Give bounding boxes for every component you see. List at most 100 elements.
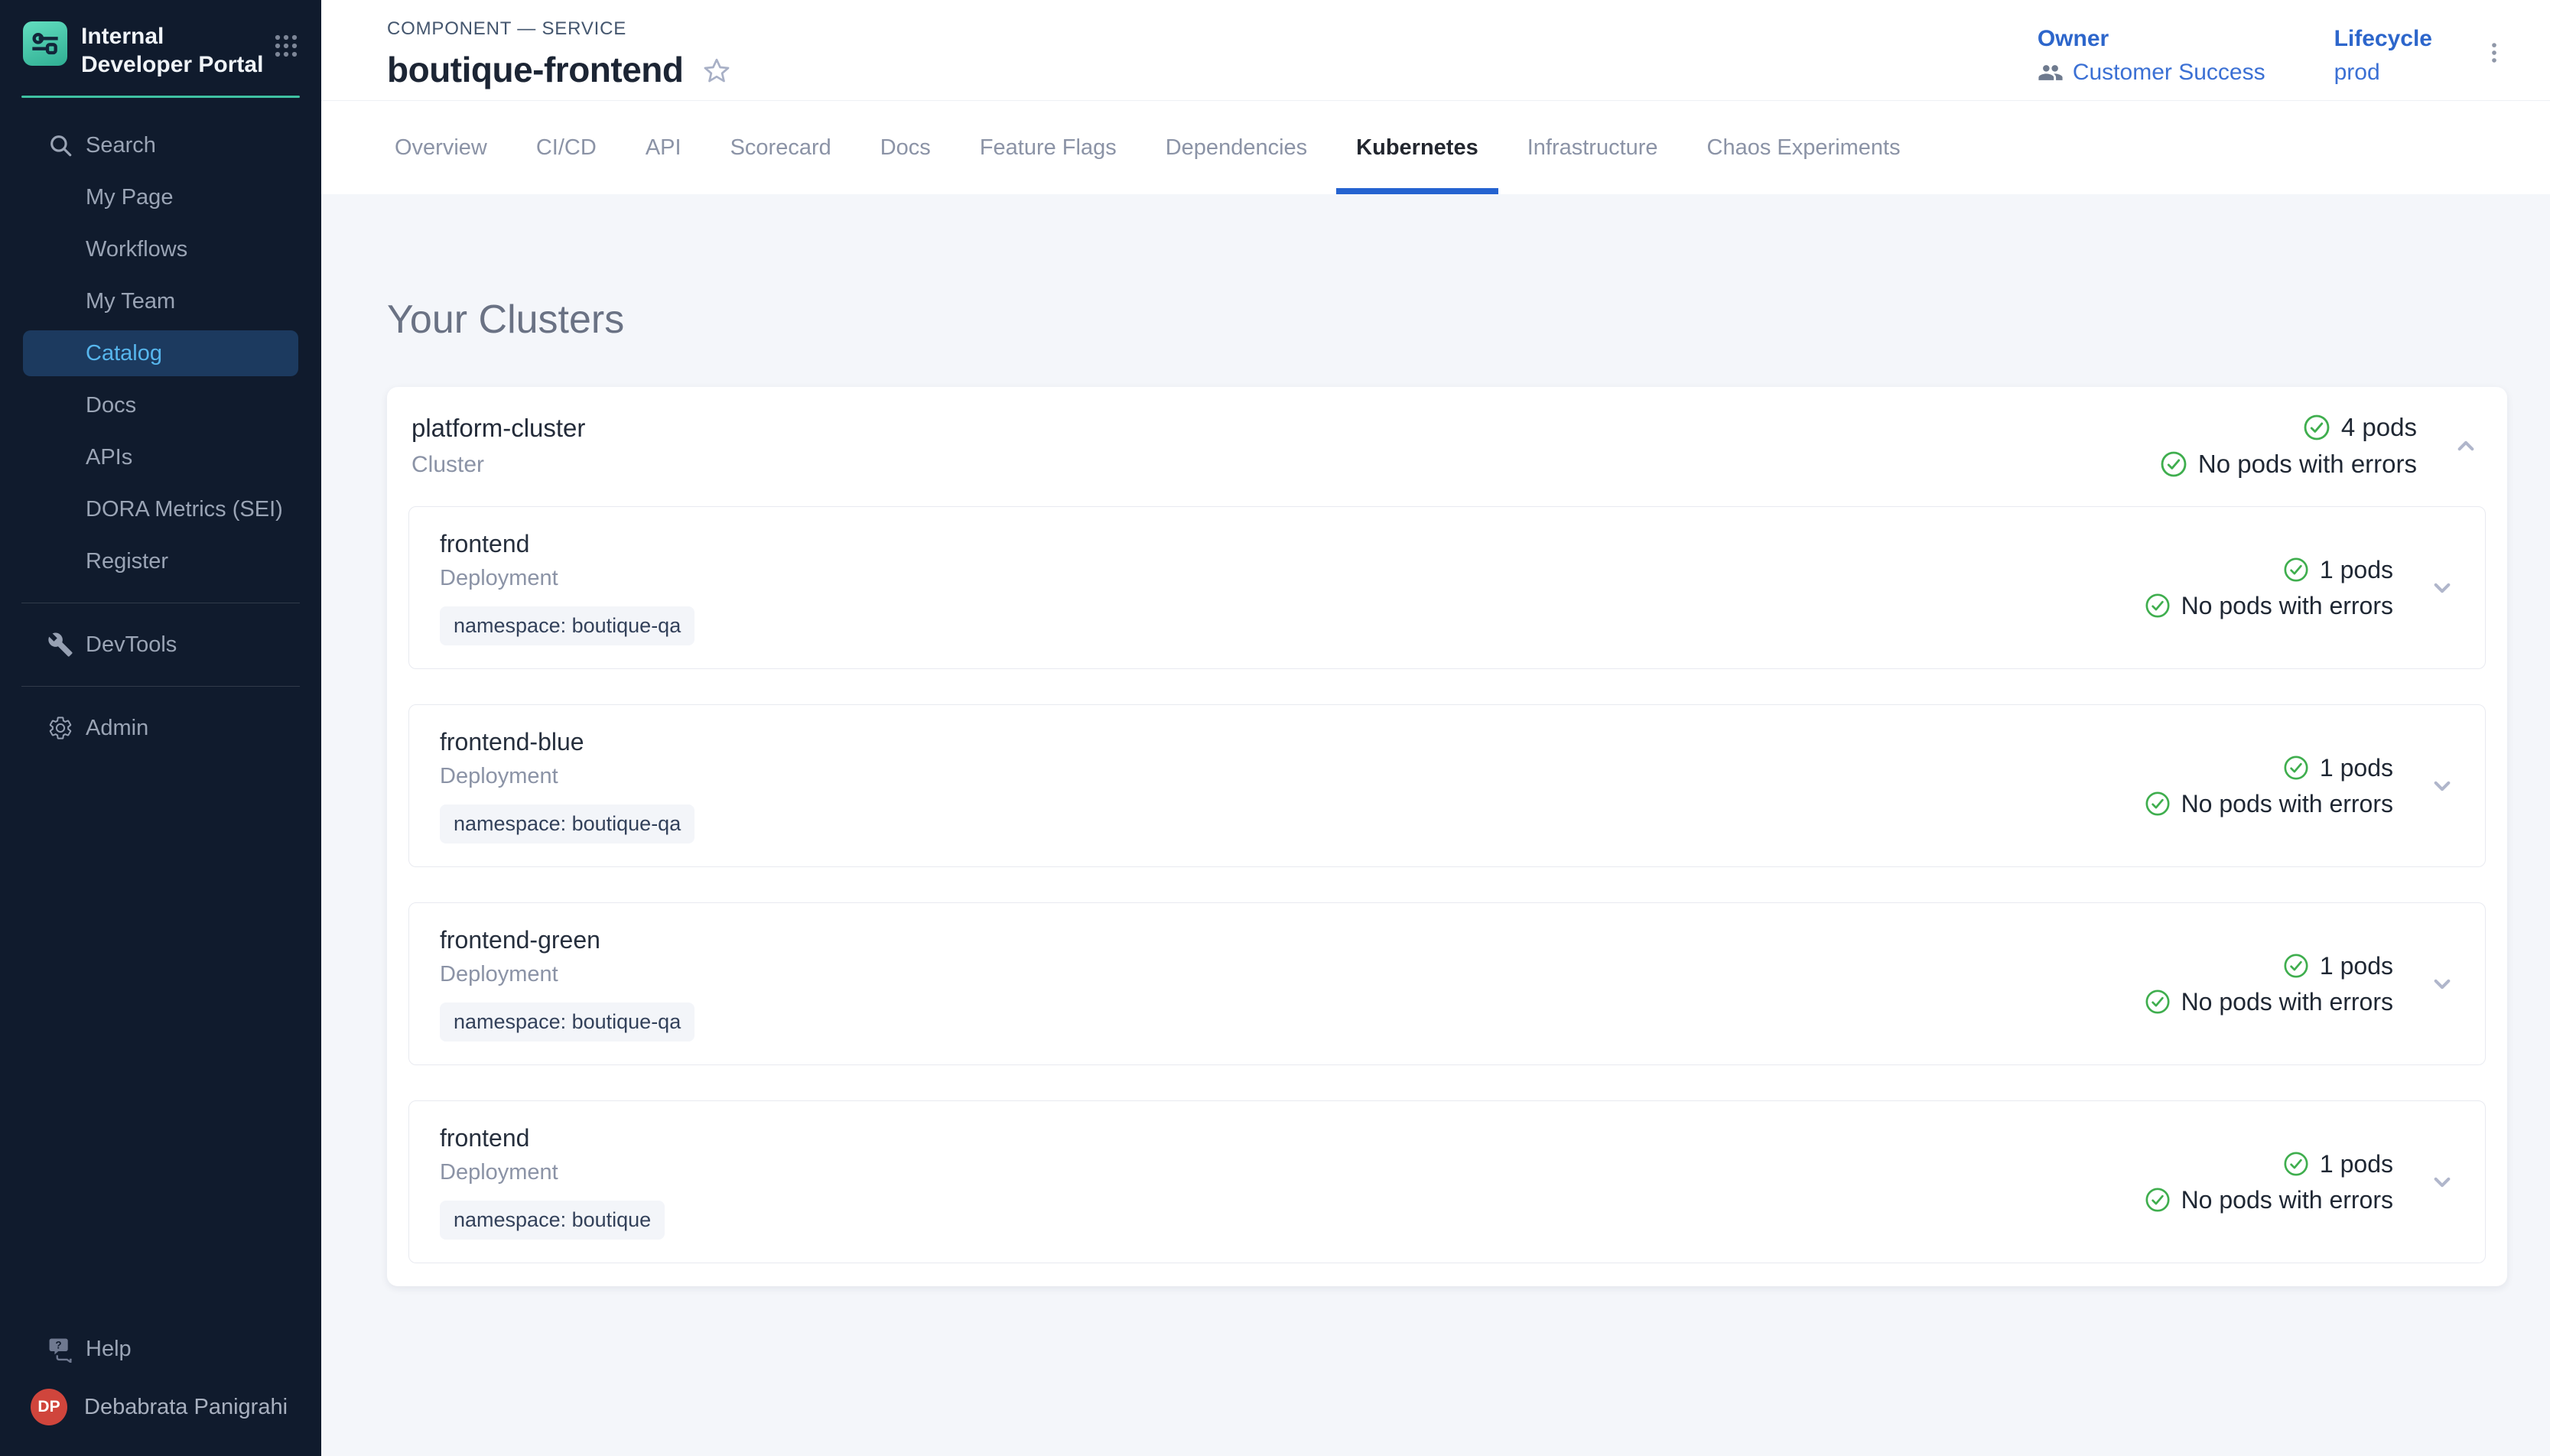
owner-block: Owner Customer Success: [2038, 26, 2265, 86]
deployment-name: frontend: [440, 530, 694, 558]
sidebar-item-help[interactable]: ? Help: [0, 1323, 321, 1375]
breadcrumb: COMPONENT — SERVICE: [387, 18, 731, 40]
tab-feature-flags[interactable]: Feature Flags: [955, 101, 1141, 194]
user-name: Debabrata Panigrahi: [84, 1395, 288, 1420]
app-root: Internal Developer Portal Search: [0, 0, 2550, 1456]
sidebar-item-my-team[interactable]: My Team: [0, 275, 321, 327]
sidebar-item-label: Catalog: [86, 341, 162, 366]
check-circle-icon: [2145, 989, 2171, 1015]
tab-overview[interactable]: Overview: [370, 101, 512, 194]
deployment-pods-errors: No pods with errors: [2145, 790, 2393, 818]
sidebar-item-label: My Team: [86, 289, 175, 314]
tab-dependencies[interactable]: Dependencies: [1141, 101, 1332, 194]
deployment-name: frontend-green: [440, 926, 694, 954]
chevron-down-icon[interactable]: [2427, 573, 2457, 603]
deployment-card[interactable]: frontend-green Deployment namespace: bou…: [408, 902, 2486, 1065]
page-title: boutique-frontend: [387, 49, 684, 90]
deployment-card[interactable]: frontend Deployment namespace: boutique …: [408, 1100, 2486, 1263]
tab-api[interactable]: API: [621, 101, 706, 194]
tab-cicd[interactable]: CI/CD: [512, 101, 621, 194]
namespace-chip: namespace: boutique-qa: [440, 606, 694, 645]
user-menu[interactable]: DP Debabrata Panigrahi: [0, 1375, 321, 1439]
favorite-star-icon[interactable]: [702, 57, 731, 86]
sidebar-divider: [21, 686, 300, 687]
deployment-kind: Deployment: [440, 566, 694, 591]
app-grid-icon[interactable]: [269, 29, 303, 67]
sidebar-accent-divider: [21, 96, 300, 98]
deployment-pods-errors: No pods with errors: [2145, 988, 2393, 1016]
cluster-name: platform-cluster: [411, 414, 585, 443]
kebab-menu-icon[interactable]: [2481, 40, 2507, 70]
cluster-accordion-header[interactable]: platform-cluster Cluster 4 pods No pods …: [387, 387, 2507, 506]
page-header: COMPONENT — SERVICE boutique-frontend Ow…: [321, 0, 2550, 101]
check-circle-icon: [2283, 557, 2309, 583]
help-chat-icon: ?: [47, 1335, 86, 1363]
sidebar-item-search[interactable]: Search: [0, 119, 321, 171]
owner-link[interactable]: Customer Success: [2038, 60, 2265, 86]
namespace-chip: namespace: boutique-qa: [440, 804, 694, 843]
tab-docs[interactable]: Docs: [856, 101, 955, 194]
sidebar-item-label: Workflows: [86, 237, 187, 262]
cluster-card: platform-cluster Cluster 4 pods No pods …: [387, 387, 2507, 1286]
sidebar-item-label: DORA Metrics (SEI): [86, 497, 283, 522]
chevron-down-icon[interactable]: [2427, 1167, 2457, 1198]
deployment-pods-count: 1 pods: [2283, 952, 2393, 980]
sidebar-item-devtools[interactable]: DevTools: [0, 619, 321, 671]
tab-scorecard[interactable]: Scorecard: [706, 101, 856, 194]
cluster-pods-errors: No pods with errors: [2160, 450, 2417, 479]
deployment-name: frontend-blue: [440, 728, 694, 756]
content-area: Your Clusters platform-cluster Cluster 4…: [321, 194, 2550, 1456]
deployment-pods-count: 1 pods: [2283, 1150, 2393, 1178]
sidebar-item-label: My Page: [86, 185, 173, 210]
cluster-pods-count: 4 pods: [2303, 413, 2417, 442]
sidebar-item-catalog[interactable]: Catalog: [23, 330, 298, 376]
sidebar-item-label: DevTools: [86, 632, 177, 658]
tab-infrastructure[interactable]: Infrastructure: [1503, 101, 1683, 194]
lifecycle-block: Lifecycle prod: [2334, 26, 2432, 86]
check-circle-icon: [2160, 450, 2187, 478]
sidebar-item-my-page[interactable]: My Page: [0, 171, 321, 223]
sidebar-item-admin[interactable]: Admin: [0, 702, 321, 754]
sidebar-footer: ? Help DP Debabrata Panigrahi: [0, 1323, 321, 1456]
people-icon: [2038, 60, 2064, 86]
lifecycle-value: prod: [2334, 60, 2432, 86]
avatar: DP: [31, 1389, 67, 1425]
check-circle-icon: [2283, 953, 2309, 979]
check-circle-icon: [2145, 593, 2171, 619]
chevron-down-icon[interactable]: [2427, 969, 2457, 999]
namespace-chip: namespace: boutique-qa: [440, 1003, 694, 1042]
deployment-kind: Deployment: [440, 962, 694, 987]
check-circle-icon: [2283, 1151, 2309, 1177]
main-area: COMPONENT — SERVICE boutique-frontend Ow…: [321, 0, 2550, 1456]
gear-icon: [47, 715, 86, 741]
sidebar-item-docs[interactable]: Docs: [0, 379, 321, 431]
deployment-card[interactable]: frontend-blue Deployment namespace: bout…: [408, 704, 2486, 867]
sidebar-item-label: APIs: [86, 445, 132, 470]
entity-meta: Owner Customer Success Lifecycle prod: [1969, 26, 2507, 100]
tab-kubernetes[interactable]: Kubernetes: [1332, 101, 1503, 194]
sidebar-item-dora-metrics[interactable]: DORA Metrics (SEI): [0, 483, 321, 535]
chevron-up-icon[interactable]: [2451, 431, 2481, 461]
search-icon: [47, 132, 86, 158]
namespace-chip: namespace: boutique: [440, 1201, 665, 1240]
check-circle-icon: [2145, 1187, 2171, 1213]
sidebar-item-label: Register: [86, 549, 168, 574]
deployment-pods-count: 1 pods: [2283, 754, 2393, 782]
lifecycle-label: Lifecycle: [2334, 26, 2432, 52]
sliders-logo-icon: [30, 28, 60, 59]
sidebar-item-label: Admin: [86, 716, 148, 741]
deployment-kind: Deployment: [440, 1160, 665, 1185]
deployment-card[interactable]: frontend Deployment namespace: boutique-…: [408, 506, 2486, 669]
deployment-pods-errors: No pods with errors: [2145, 1186, 2393, 1214]
sidebar-item-register[interactable]: Register: [0, 535, 321, 587]
check-circle-icon: [2283, 755, 2309, 781]
app-title: Internal Developer Portal: [81, 23, 269, 79]
sidebar: Internal Developer Portal Search: [0, 0, 321, 1456]
sidebar-item-workflows[interactable]: Workflows: [0, 223, 321, 275]
deployment-kind: Deployment: [440, 764, 694, 789]
chevron-down-icon[interactable]: [2427, 771, 2457, 801]
sidebar-item-apis[interactable]: APIs: [0, 431, 321, 483]
tab-chaos-experiments[interactable]: Chaos Experiments: [1683, 101, 1925, 194]
deployment-name: frontend: [440, 1124, 665, 1152]
check-circle-icon: [2145, 791, 2171, 817]
